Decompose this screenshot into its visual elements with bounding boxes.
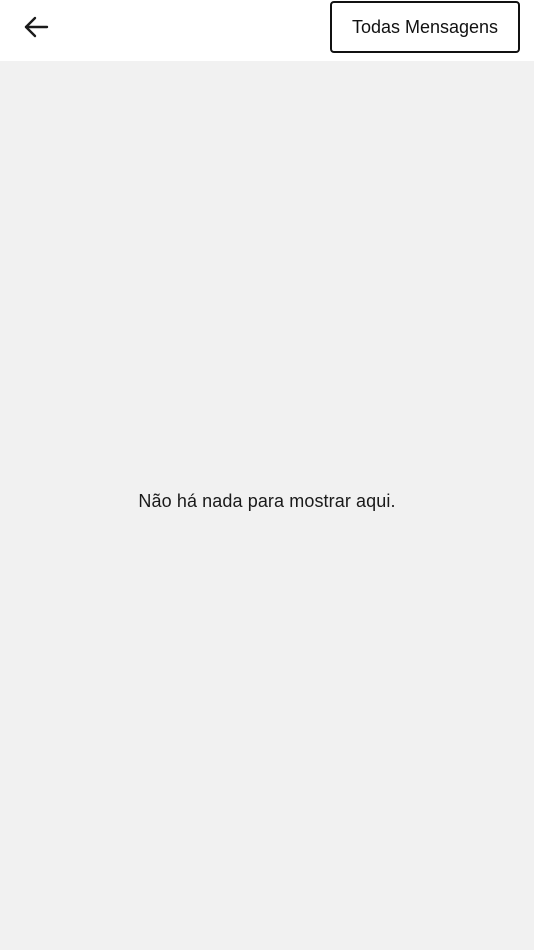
back-button[interactable] — [14, 8, 58, 46]
empty-state-message: Não há nada para mostrar aqui. — [138, 491, 396, 511]
messages-list-area: Não há nada para mostrar aqui. — [0, 61, 534, 950]
top-bar: Todas Mensagens — [0, 0, 534, 61]
arrow-left-icon — [23, 16, 49, 38]
app-screen: Todas Mensagens Não há nada para mostrar… — [0, 0, 534, 950]
all-messages-filter-button[interactable]: Todas Mensagens — [330, 1, 520, 53]
